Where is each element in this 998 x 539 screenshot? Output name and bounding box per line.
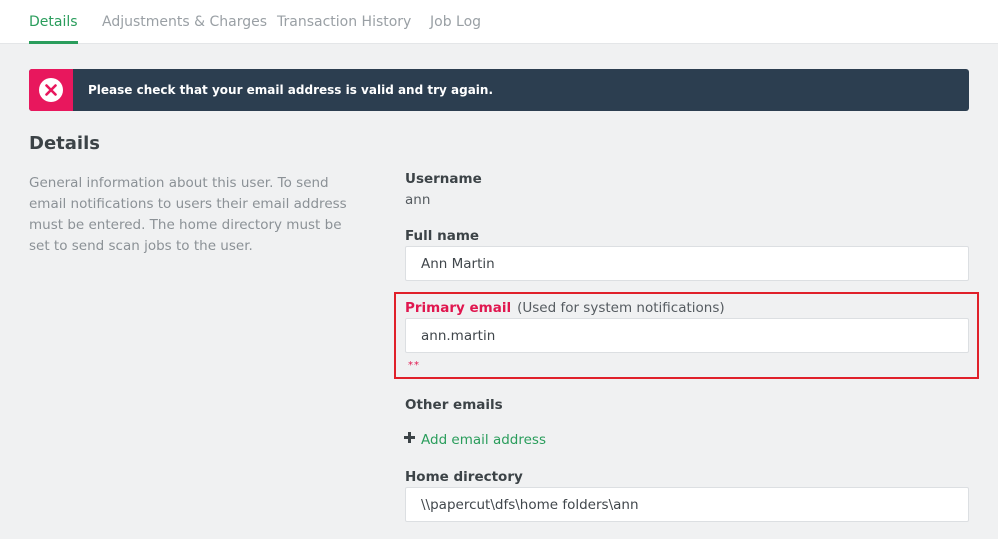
primary-email-note: (Used for system notifications) [517, 300, 725, 316]
add-email-address-link[interactable]: Add email address [404, 430, 546, 450]
primary-email-label: Primary email (Used for system notificati… [405, 300, 725, 316]
full-name-label: Full name [405, 228, 480, 244]
primary-email-label-text: Primary email [405, 300, 512, 316]
username-value: ann [405, 192, 431, 208]
alert-message: Please check that your email address is … [88, 83, 494, 97]
tab-transaction-history[interactable]: Transaction History [277, 0, 411, 44]
section-title: Details [29, 133, 100, 154]
home-directory-label: Home directory [405, 469, 523, 485]
close-circle-icon [39, 78, 63, 102]
tab-adjustments-charges[interactable]: Adjustments & Charges [102, 0, 267, 44]
add-email-address-label: Add email address [421, 432, 546, 448]
username-label: Username [405, 171, 482, 187]
other-emails-label: Other emails [405, 397, 503, 413]
home-directory-input[interactable] [405, 487, 969, 522]
primary-email-input[interactable] [405, 318, 969, 353]
plus-icon [404, 432, 416, 444]
tab-details[interactable]: Details [29, 0, 78, 44]
tab-bar: Details Adjustments & Charges Transactio… [0, 0, 998, 44]
tab-job-log[interactable]: Job Log [430, 0, 481, 44]
error-alert: Please check that your email address is … [29, 69, 969, 111]
full-name-input[interactable] [405, 246, 969, 281]
section-description: General information about this user. To … [29, 175, 347, 254]
alert-icon-box [29, 69, 73, 111]
primary-email-error: ** [408, 360, 420, 371]
